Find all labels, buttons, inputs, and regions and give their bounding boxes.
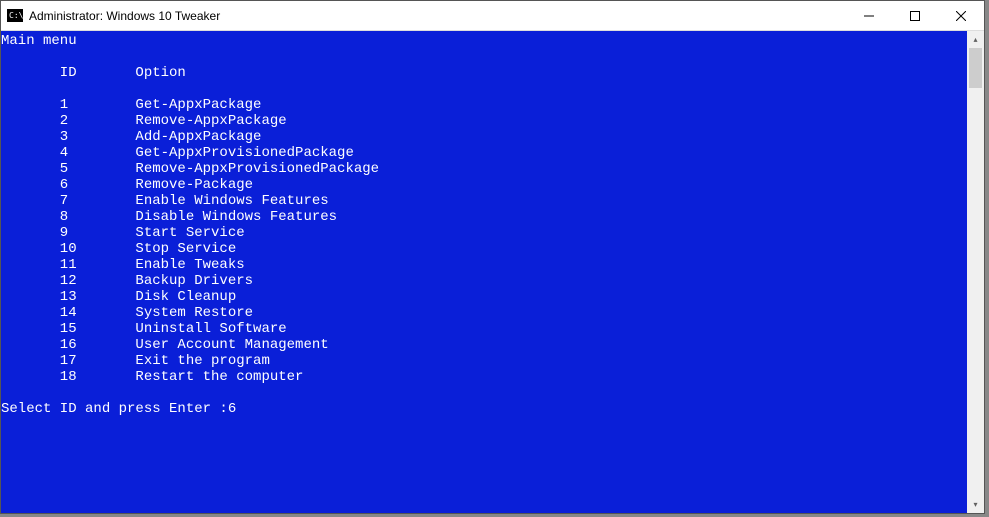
vertical-scrollbar[interactable]: ▴ ▾: [967, 31, 984, 513]
terminal-area: Main menu ID Option 1 Get-AppxPackage 2 …: [1, 31, 984, 513]
app-window: C:\ Administrator: Windows 10 Tweaker Ma…: [0, 0, 985, 514]
console-icon: C:\: [7, 8, 23, 24]
scroll-down-arrow-icon[interactable]: ▾: [967, 496, 984, 513]
window-title: Administrator: Windows 10 Tweaker: [29, 9, 846, 23]
window-controls: [846, 1, 984, 30]
scroll-thumb[interactable]: [969, 48, 982, 88]
svg-text:C:\: C:\: [9, 11, 23, 20]
terminal-text: Main menu ID Option 1 Get-AppxPackage 2 …: [1, 33, 379, 417]
maximize-button[interactable]: [892, 1, 938, 30]
terminal[interactable]: Main menu ID Option 1 Get-AppxPackage 2 …: [1, 31, 967, 513]
minimize-button[interactable]: [846, 1, 892, 30]
close-button[interactable]: [938, 1, 984, 30]
scroll-track[interactable]: [967, 48, 984, 496]
titlebar[interactable]: C:\ Administrator: Windows 10 Tweaker: [1, 1, 984, 31]
scroll-up-arrow-icon[interactable]: ▴: [967, 31, 984, 48]
